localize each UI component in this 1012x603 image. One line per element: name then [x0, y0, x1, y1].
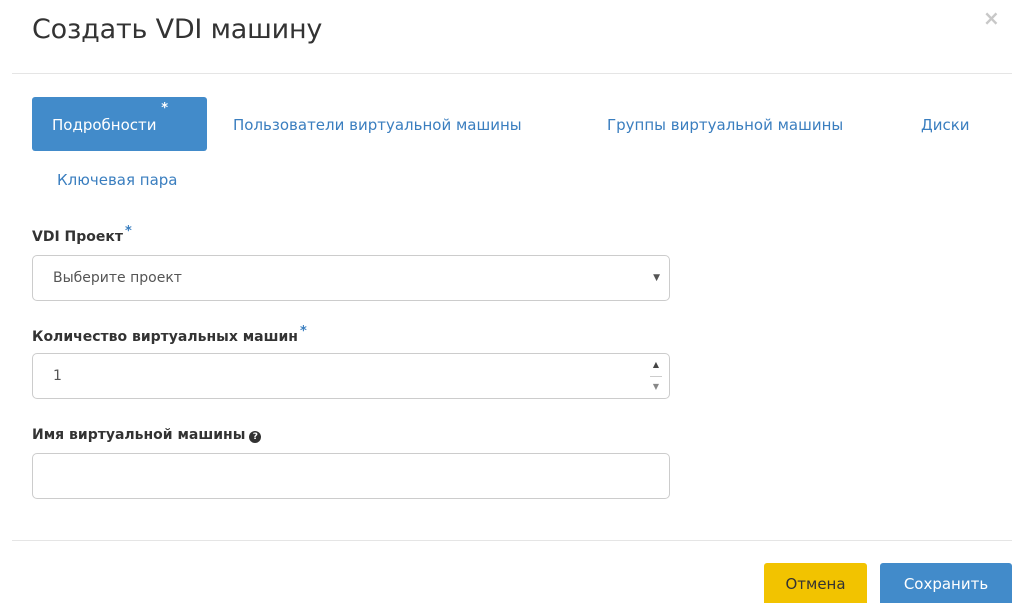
tab-keypair[interactable]: Ключевая пара	[57, 171, 178, 189]
increment-icon[interactable]: ▲	[643, 354, 669, 376]
vm-count-input[interactable]: 1 ▲ ▼	[32, 353, 670, 399]
dialog-title: Создать VDI машину	[32, 14, 323, 45]
decrement-icon[interactable]: ▼	[643, 376, 669, 398]
vm-name-input[interactable]	[32, 453, 670, 499]
create-vdi-dialog: Создать VDI машину × Подробности * Польз…	[0, 0, 1012, 603]
chevron-down-icon: ▼	[653, 273, 660, 283]
footer-divider	[12, 540, 1012, 541]
tab-details-label: Подробности	[52, 116, 157, 134]
tab-details[interactable]: Подробности *	[32, 97, 207, 151]
quantity-stepper[interactable]: ▲ ▼	[643, 354, 669, 398]
project-select[interactable]: Выберите проект ▼	[32, 255, 670, 301]
close-icon[interactable]: ×	[983, 8, 1000, 28]
question-circle-icon[interactable]: ?	[249, 431, 262, 443]
vm-name-label: Имя виртуальной машины?	[32, 427, 262, 443]
tab-vm-groups[interactable]: Группы виртуальной машины	[607, 116, 843, 134]
tab-disks[interactable]: Диски	[921, 116, 970, 134]
required-marker: *	[161, 101, 169, 116]
project-select-value: Выберите проект	[53, 270, 182, 286]
vm-count-value: 1	[53, 368, 62, 384]
project-label: VDI Проект *	[32, 224, 132, 245]
vm-count-label-text: Количество виртуальных машин	[32, 329, 298, 345]
vm-name-label-text: Имя виртуальной машины	[32, 427, 246, 443]
vm-count-label: Количество виртуальных машин *	[32, 324, 307, 345]
required-marker: *	[125, 224, 132, 239]
save-button[interactable]: Сохранить	[880, 563, 1012, 603]
project-label-text: VDI Проект	[32, 229, 124, 245]
cancel-button[interactable]: Отмена	[764, 563, 867, 603]
required-marker: *	[299, 324, 307, 339]
tab-vm-users[interactable]: Пользователи виртуальной машины	[233, 116, 522, 134]
header-divider	[12, 73, 1012, 74]
